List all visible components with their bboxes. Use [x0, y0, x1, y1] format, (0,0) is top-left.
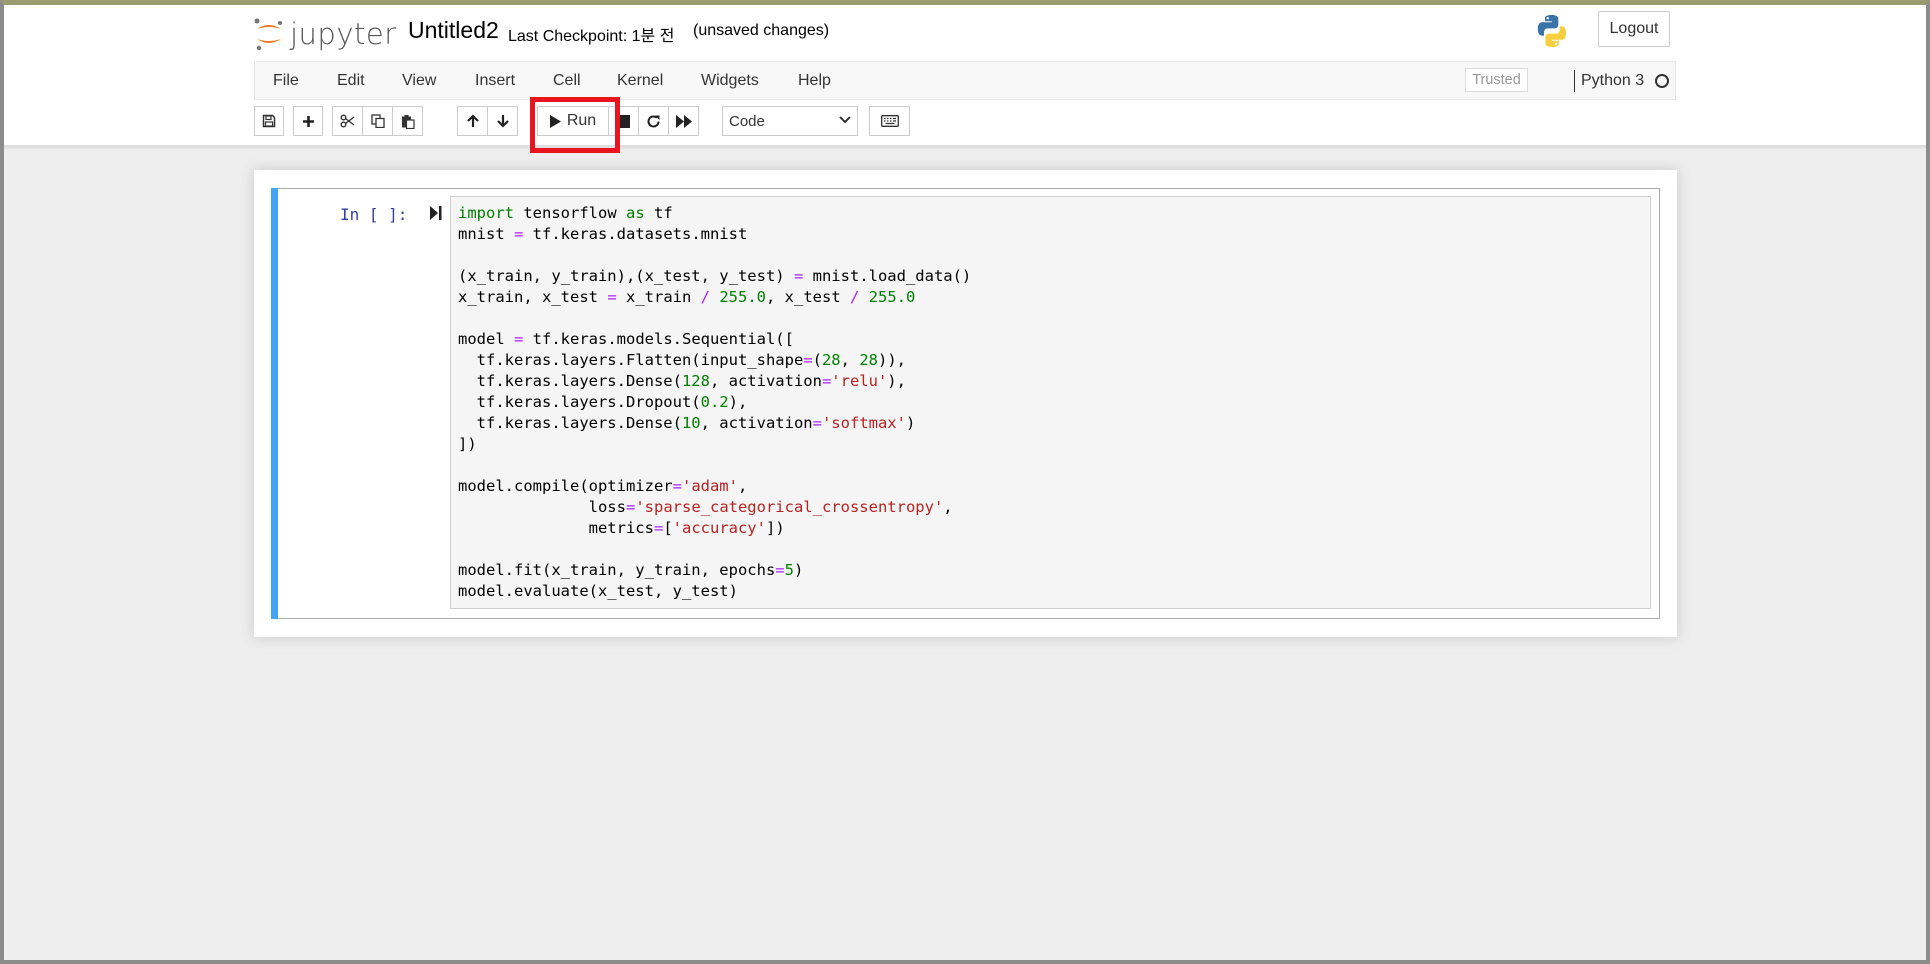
autosave-status: (unsaved changes) — [693, 22, 830, 39]
insert-cell-button[interactable] — [293, 106, 323, 136]
menu-cell[interactable]: Cell — [553, 72, 581, 90]
top-bar: jupyter Untitled2 Last Checkpoint: 1분 전 … — [0, 0, 1930, 146]
move-up-button[interactable] — [457, 106, 488, 136]
menu-insert[interactable]: Insert — [475, 72, 515, 90]
jupyter-logo-icon — [254, 18, 282, 51]
toolbar: Run Code — [254, 103, 1676, 139]
kernel-name: Python 3 — [1581, 72, 1645, 89]
save-button[interactable] — [254, 106, 284, 136]
menu-widgets[interactable]: Widgets — [701, 72, 759, 90]
menu-file[interactable]: File — [273, 72, 299, 90]
plus-icon — [302, 115, 314, 127]
logo-text: jupyter — [290, 17, 397, 51]
menu-help[interactable]: Help — [798, 72, 831, 90]
cut-icon — [340, 114, 355, 128]
restart-kernel-button[interactable] — [638, 106, 669, 136]
run-cell-icon[interactable] — [430, 206, 442, 220]
kernel-separator — [1574, 70, 1575, 92]
notebook-container: In [ ]: import tensorflow as tf mnist = … — [254, 170, 1677, 637]
restart-icon — [647, 114, 660, 127]
arrow-up-icon — [466, 114, 479, 127]
copy-button[interactable] — [362, 106, 393, 136]
selected-cell-indicator — [271, 188, 278, 619]
chevron-down-icon — [839, 116, 851, 124]
logout-button[interactable]: Logout — [1598, 11, 1670, 47]
code-editor[interactable]: import tensorflow as tf mnist = tf.keras… — [450, 196, 1651, 609]
menu-view[interactable]: View — [402, 72, 436, 90]
header: jupyter Untitled2 Last Checkpoint: 1분 전 … — [254, 5, 1676, 60]
python-icon — [1537, 15, 1566, 47]
menubar: File Edit View Insert Cell Kernel Widget… — [254, 61, 1676, 100]
cut-button[interactable] — [332, 106, 363, 136]
arrow-down-icon — [496, 115, 509, 128]
notebook-name[interactable]: Untitled2 — [408, 17, 499, 44]
move-down-button[interactable] — [487, 106, 518, 136]
copy-icon — [370, 114, 385, 128]
input-prompt: In [ ]: — [340, 205, 408, 224]
trusted-indicator[interactable]: Trusted — [1465, 68, 1528, 92]
paste-icon — [401, 114, 415, 129]
checkpoint-status: Last Checkpoint: 1분 전 — [508, 28, 675, 45]
menu-kernel[interactable]: Kernel — [617, 72, 663, 90]
code-text[interactable]: import tensorflow as tf mnist = tf.keras… — [458, 203, 971, 602]
paste-button[interactable] — [392, 106, 423, 136]
command-palette-button[interactable] — [869, 106, 910, 136]
cell-type-value: Code — [729, 113, 765, 130]
cell-type-select[interactable]: Code — [722, 106, 858, 136]
fast-forward-icon — [675, 114, 692, 128]
restart-run-all-button[interactable] — [668, 106, 699, 136]
save-icon — [262, 114, 276, 128]
menu-edit[interactable]: Edit — [337, 72, 365, 90]
jupyter-logo[interactable]: jupyter — [254, 14, 397, 54]
keyboard-icon — [880, 115, 899, 127]
kernel-idle-icon — [1655, 74, 1669, 88]
run-button-highlight — [530, 97, 620, 153]
